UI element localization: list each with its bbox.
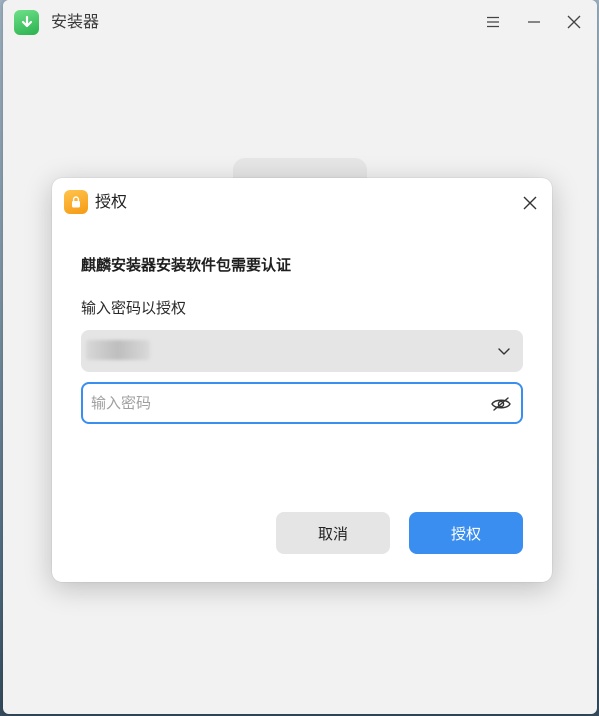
password-field xyxy=(81,382,523,424)
auth-dialog: 授权 麒麟安装器安装软件包需要认证 输入密码以授权 取消 授权 xyxy=(52,178,552,582)
minimize-button[interactable] xyxy=(522,10,546,34)
auth-subheading: 输入密码以授权 xyxy=(81,299,187,317)
password-input[interactable] xyxy=(91,384,481,422)
close-button[interactable] xyxy=(562,10,586,34)
lock-icon xyxy=(64,190,88,214)
dialog-title: 授权 xyxy=(95,192,128,211)
authorize-button[interactable]: 授权 xyxy=(409,512,523,554)
auth-heading: 麒麟安装器安装软件包需要认证 xyxy=(81,256,292,274)
minimize-icon xyxy=(528,21,540,23)
dialog-close-button[interactable] xyxy=(518,191,542,215)
cancel-button[interactable]: 取消 xyxy=(276,512,390,554)
eye-hidden-icon xyxy=(491,397,511,411)
installer-download-icon xyxy=(14,10,39,35)
menu-button[interactable] xyxy=(481,10,505,34)
user-select-dropdown[interactable] xyxy=(81,330,523,372)
titlebar: 安装器 xyxy=(3,0,597,44)
menu-icon xyxy=(487,16,499,28)
app-title: 安装器 xyxy=(51,12,100,31)
user-name-blurred xyxy=(86,340,150,360)
close-icon xyxy=(523,196,537,210)
password-visibility-toggle[interactable] xyxy=(490,393,512,415)
chevron-down-icon xyxy=(495,342,513,360)
close-icon xyxy=(567,15,581,29)
